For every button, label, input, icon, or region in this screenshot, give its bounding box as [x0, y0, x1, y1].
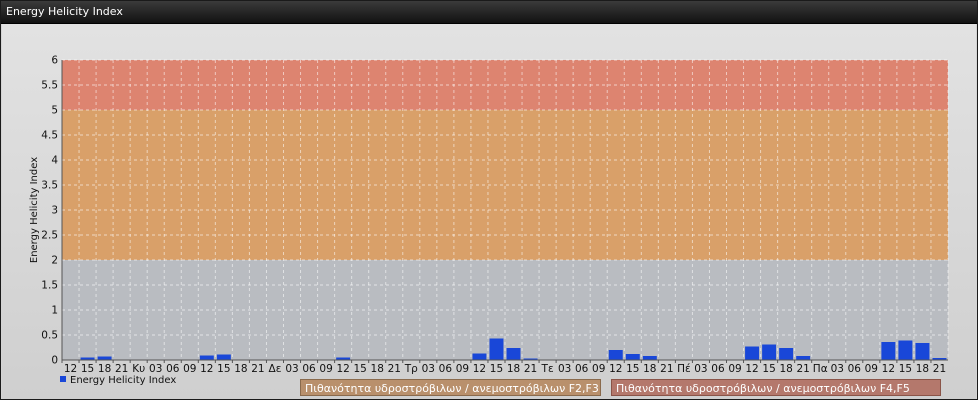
energy-helicity-chart: 00.511.522.533.544.555.5612 15 18 21 Κυ 03 06 0…	[29, 55, 949, 375]
bar	[796, 356, 811, 360]
y-tick-label: 0	[51, 355, 58, 367]
x-tick-label: 03	[694, 363, 707, 375]
y-tick-label: 5.5	[41, 80, 58, 92]
x-tick-label: Κυ	[132, 363, 145, 375]
bar	[915, 343, 930, 360]
x-tick-label: 09	[728, 363, 741, 375]
legend-series-item[interactable]: Energy Helicity Index	[60, 375, 176, 386]
x-tick-label: 09	[319, 363, 332, 375]
x-tick-label: 18	[98, 363, 111, 375]
bar	[762, 344, 777, 360]
y-tick-label: 4.5	[41, 130, 58, 142]
y-tick-label: 3	[51, 205, 58, 217]
x-tick-label: Τε	[541, 363, 554, 375]
x-tick-label: 12	[609, 363, 622, 375]
x-tick-label: 15	[81, 363, 94, 375]
x-tick-label: 15	[217, 363, 230, 375]
x-tick-label: 15	[626, 363, 639, 375]
x-tick-label: 06	[575, 363, 589, 375]
x-tick-label: 09	[183, 363, 196, 375]
x-tick-label: 21	[251, 363, 264, 375]
y-tick-label: 3.5	[41, 180, 58, 192]
y-tick-label: 2.5	[41, 230, 58, 242]
legend-band-f4-f5: Πιθανότητα υδροστρόβιλων / ανεμοστρόβιλω…	[611, 379, 941, 396]
x-tick-label: 09	[456, 363, 469, 375]
bar	[506, 348, 521, 360]
legend-band-f2-f3: Πιθανότητα υδροστρόβιλων / ανεμοστρόβιλω…	[300, 379, 601, 396]
x-tick-label: Πέ	[677, 363, 691, 375]
x-tick-label: 15	[353, 363, 366, 375]
x-tick-label: 15	[899, 363, 912, 375]
x-tick-label: 06	[166, 363, 180, 375]
x-tick-label: 18	[507, 363, 520, 375]
y-tick-label: 4	[51, 155, 58, 167]
x-tick-label: 03	[831, 363, 844, 375]
bar	[472, 353, 487, 360]
y-tick-label: 6	[51, 55, 58, 67]
x-tick-label: 18	[371, 363, 384, 375]
legend-swatch	[60, 376, 66, 382]
x-tick-label: 21	[796, 363, 809, 375]
legend-series-label: Energy Helicity Index	[70, 375, 177, 386]
x-tick-label: 18	[916, 363, 929, 375]
x-tick-label: 18	[234, 363, 247, 375]
legend-band-f2-f3-label: Πιθανότητα υδροστρόβιλων / ανεμοστρόβιλω…	[305, 382, 599, 395]
x-tick-label: 12	[64, 363, 77, 375]
y-tick-label: 1	[51, 305, 58, 317]
x-tick-label: 18	[779, 363, 792, 375]
bar	[216, 354, 231, 360]
x-tick-label: 21	[524, 363, 537, 375]
y-tick-label: 1.5	[41, 280, 58, 292]
bar	[625, 354, 640, 360]
x-tick-label: 21	[933, 363, 946, 375]
bar	[489, 338, 504, 360]
bar	[97, 356, 112, 360]
x-tick-label: 12	[473, 363, 486, 375]
x-tick-label: 03	[558, 363, 571, 375]
bar	[745, 346, 760, 360]
x-tick-label: Πα	[813, 363, 828, 375]
x-tick-label: 03	[285, 363, 298, 375]
x-tick-label: 06	[439, 363, 453, 375]
x-tick-label: 12	[882, 363, 895, 375]
x-tick-label: 09	[592, 363, 605, 375]
x-tick-label: 06	[848, 363, 862, 375]
x-tick-label: 03	[422, 363, 435, 375]
x-tick-label: 12	[336, 363, 349, 375]
bar	[881, 342, 896, 360]
y-tick-label: 2	[51, 255, 58, 267]
x-tick-label: 21	[388, 363, 401, 375]
y-tick-label: 5	[51, 105, 58, 117]
bar	[898, 340, 913, 360]
x-tick-label: 09	[865, 363, 878, 375]
y-tick-label: 0.5	[41, 330, 58, 342]
x-tick-label: 18	[643, 363, 656, 375]
x-tick-label: 12	[200, 363, 213, 375]
y-axis-label: Energy Helicity Index	[29, 157, 40, 263]
x-tick-label: 06	[302, 363, 316, 375]
bar	[608, 350, 623, 360]
bar	[642, 356, 657, 360]
bar	[199, 355, 214, 360]
x-tick-label: 03	[149, 363, 162, 375]
x-tick-label: 21	[115, 363, 128, 375]
bar	[779, 348, 794, 360]
legend-band-f4-f5-label: Πιθανότητα υδροστρόβιλων / ανεμοστρόβιλω…	[616, 382, 910, 395]
x-tick-label: Δε	[269, 363, 282, 375]
x-tick-label: 06	[711, 363, 725, 375]
x-tick-label: 15	[762, 363, 775, 375]
x-tick-label: 12	[745, 363, 758, 375]
x-tick-label: Τρ	[404, 363, 418, 375]
x-tick-label: 15	[490, 363, 503, 375]
x-tick-label: 21	[660, 363, 673, 375]
